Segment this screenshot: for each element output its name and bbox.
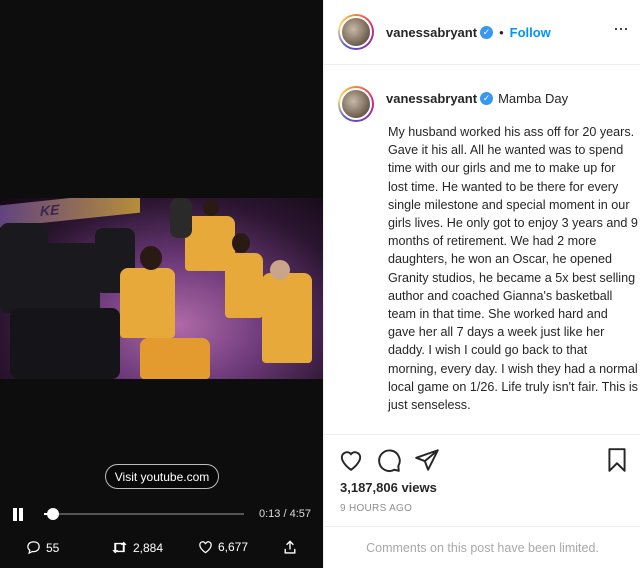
reply-count: 55 — [46, 540, 60, 555]
player — [140, 338, 210, 379]
caption-username[interactable]: vanessabryant — [386, 91, 477, 106]
like-heart-icon[interactable] — [338, 447, 364, 473]
player-head — [140, 246, 162, 270]
visit-youtube-button[interactable]: Visit youtube.com — [105, 464, 219, 489]
tweet-actions: 55 2,884 6,677 — [0, 534, 323, 564]
follow-button[interactable]: Follow — [510, 25, 551, 40]
caption-line: vanessabryant ✓ Mamba Day — [386, 91, 568, 106]
reply-action[interactable]: 55 — [26, 540, 59, 555]
photographer — [10, 308, 120, 379]
bookmark-icon[interactable] — [604, 447, 630, 473]
player — [225, 253, 263, 318]
share-paper-plane-icon[interactable] — [414, 447, 440, 473]
pause-icon[interactable] — [12, 508, 24, 521]
separator-dot: • — [499, 25, 504, 40]
retweet-icon — [112, 541, 127, 554]
verified-icon: ✓ — [480, 92, 494, 105]
view-count[interactable]: 3,187,806 views — [340, 480, 437, 495]
post-header: vanessabryant ✓ • Follow ··· — [324, 0, 640, 65]
progress-knob[interactable] — [47, 508, 59, 520]
video-player[interactable]: KE Visit youtube.com 0:13 / 4:57 55 2,88… — [0, 0, 323, 568]
player — [120, 268, 175, 338]
like-action[interactable]: 6,677 — [198, 540, 248, 554]
header-username[interactable]: vanessabryant — [386, 25, 477, 40]
video-controls: 0:13 / 4:57 — [0, 500, 323, 530]
caption-avatar[interactable] — [338, 86, 374, 122]
retweet-action[interactable]: 2,884 — [111, 540, 163, 555]
verified-icon: ✓ — [480, 26, 494, 39]
official — [170, 198, 192, 238]
share-action[interactable] — [283, 540, 297, 555]
posted-time[interactable]: 9 HOURS AGO — [340, 503, 412, 514]
court-banner-text: KE — [40, 201, 60, 220]
reply-icon — [27, 541, 40, 555]
share-icon — [284, 540, 296, 554]
progress-bar[interactable] — [44, 508, 244, 520]
header-line: vanessabryant ✓ • Follow — [386, 25, 551, 40]
heart-icon — [199, 541, 212, 554]
video-frame[interactable]: KE — [0, 198, 323, 379]
caption-area: vanessabryant ✓ Mamba Day My husband wor… — [324, 66, 640, 433]
avatar[interactable] — [338, 14, 374, 50]
caption-title: Mamba Day — [498, 91, 569, 106]
player — [262, 273, 312, 363]
retweet-count: 2,884 — [133, 540, 164, 555]
comment-icon[interactable] — [376, 447, 402, 473]
like-count: 6,677 — [218, 540, 249, 554]
caption-body: My husband worked his ass off for 20 yea… — [388, 125, 638, 413]
time-readout: 0:13 / 4:57 — [259, 508, 311, 520]
player-head — [232, 233, 250, 253]
player-head — [270, 260, 290, 280]
post-actions: 3,187,806 views 9 HOURS AGO — [324, 434, 640, 524]
player-head — [203, 200, 219, 216]
post-details: vanessabryant ✓ • Follow ··· vanessabrya… — [323, 0, 640, 568]
comments-limited-notice: Comments on this post have been limited. — [324, 526, 640, 568]
more-options-icon[interactable]: ··· — [613, 19, 629, 42]
